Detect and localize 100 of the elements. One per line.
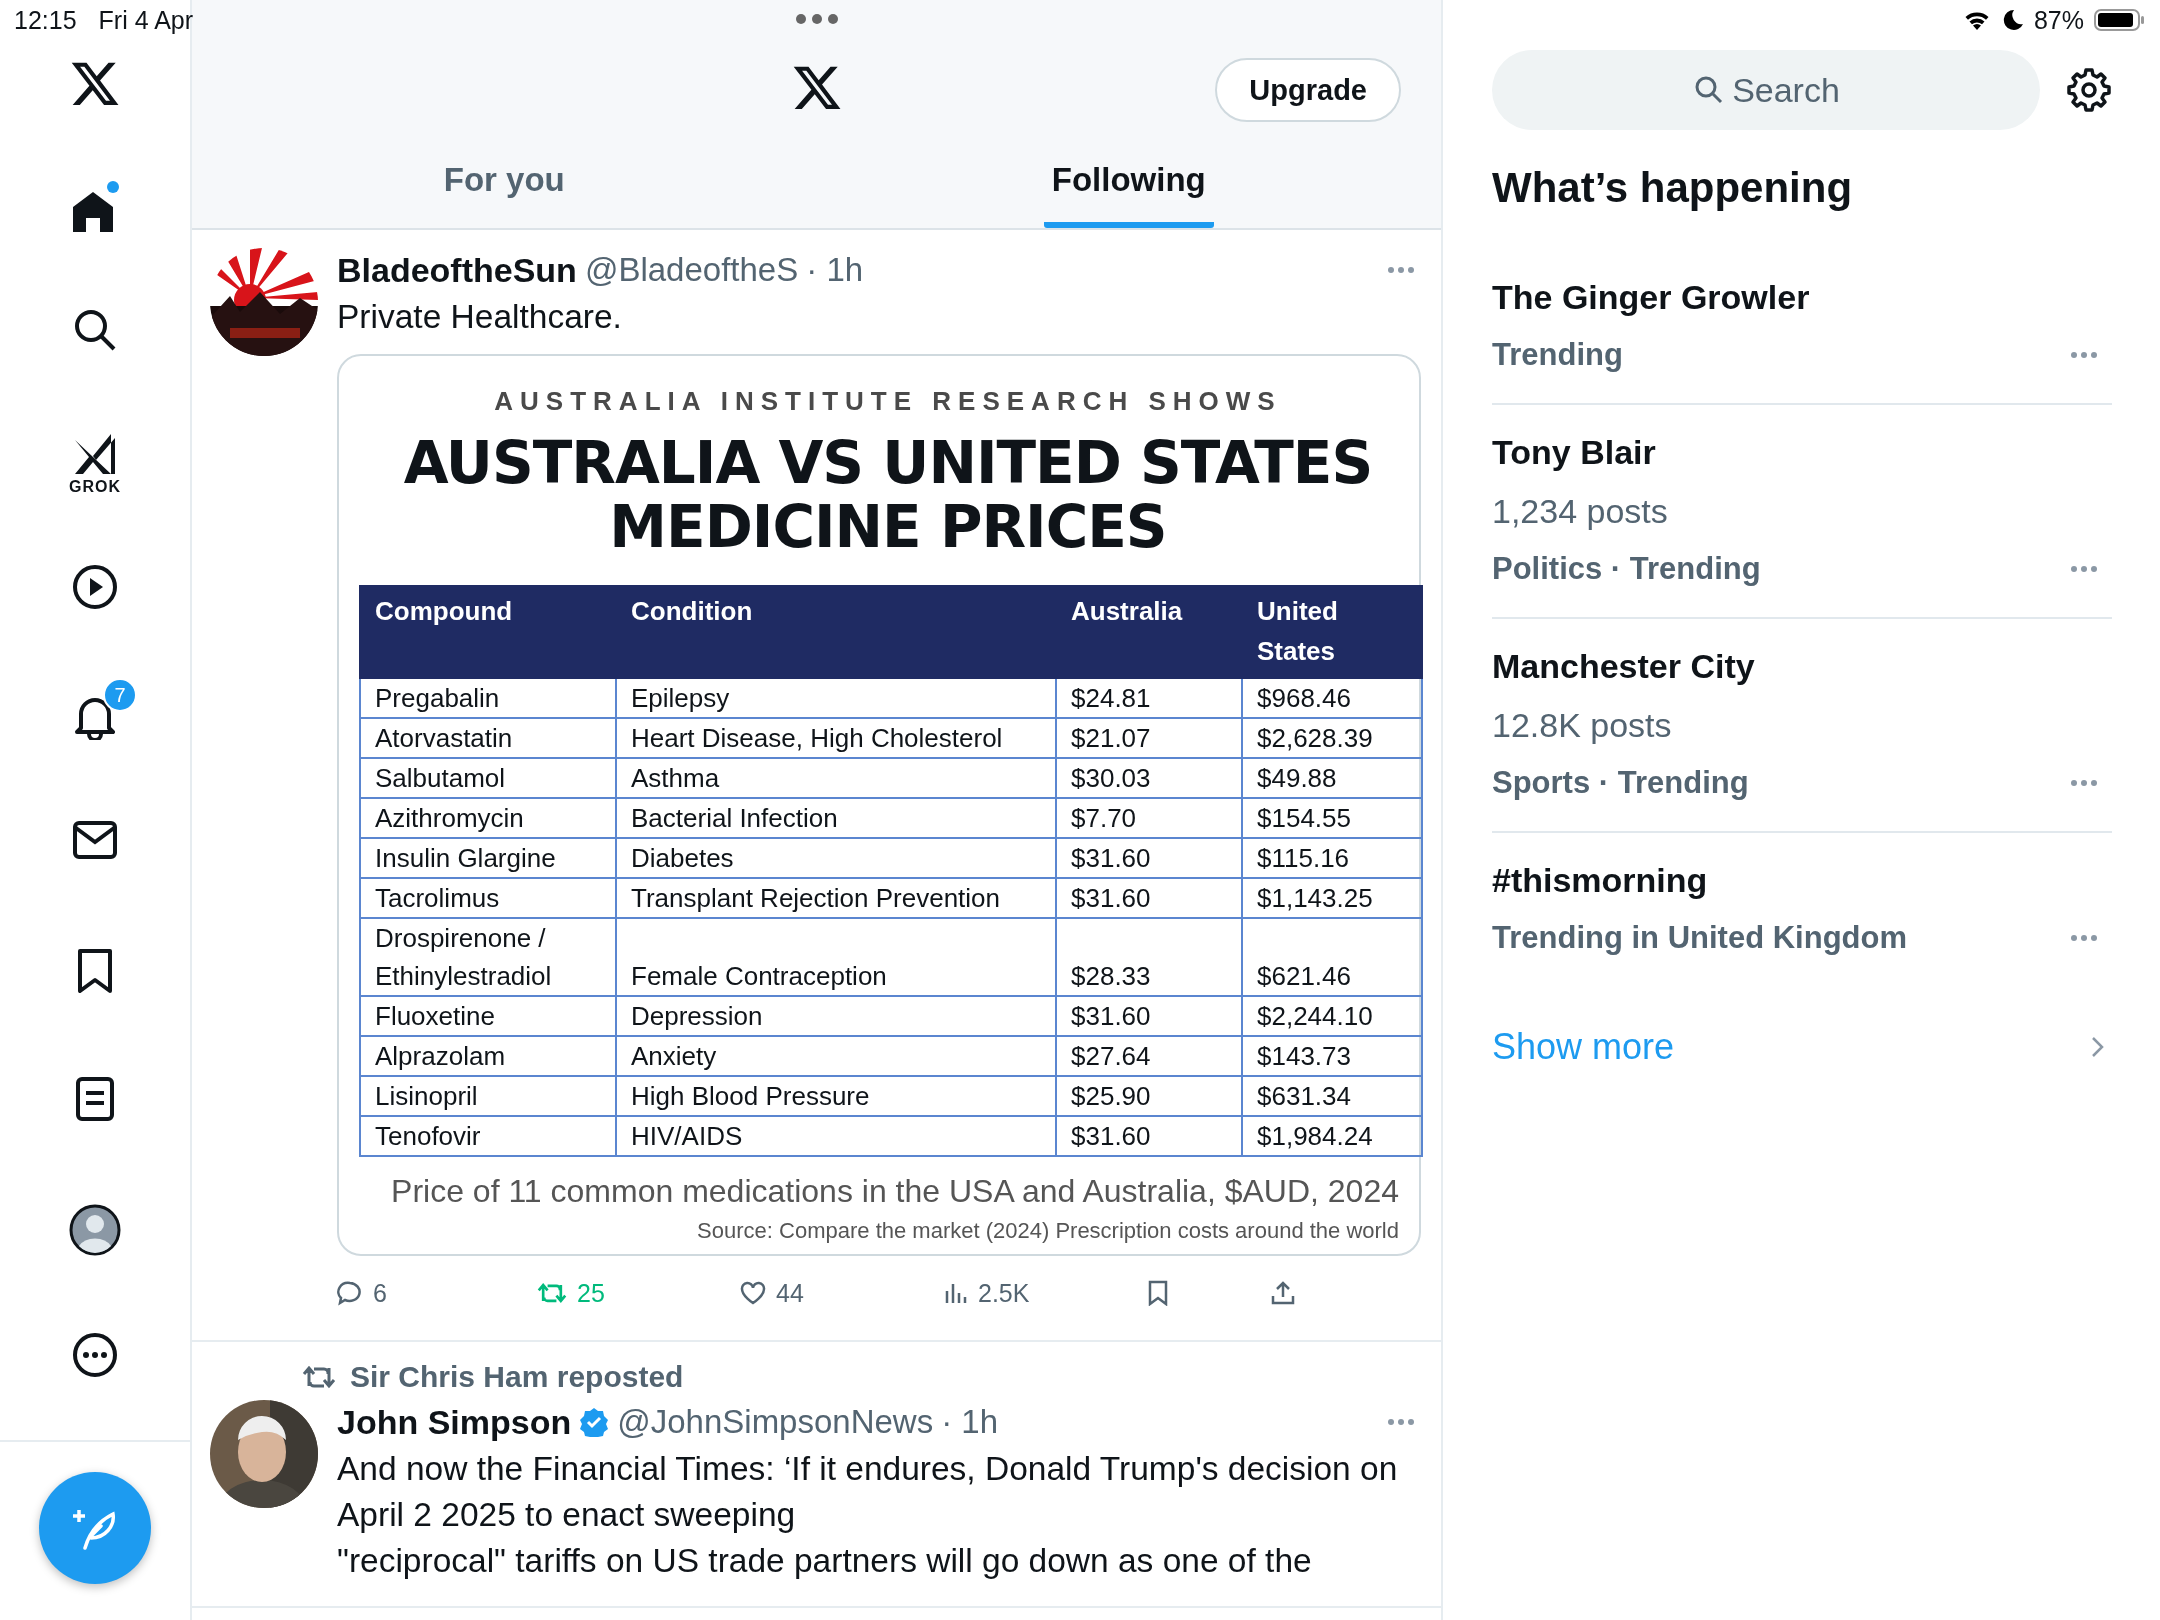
table-cell: $31.60 bbox=[1056, 838, 1242, 878]
table-cell: Lisinopril bbox=[360, 1076, 616, 1116]
repost-icon bbox=[537, 1281, 567, 1305]
table-cell: $631.34 bbox=[1242, 1076, 1422, 1116]
notification-badge: 7 bbox=[103, 678, 137, 712]
document-icon[interactable] bbox=[75, 1076, 115, 1122]
trend-item[interactable]: Tony Blair 1,234 posts Politics · Trending bbox=[1492, 405, 2112, 619]
table-cell: Atorvastatin bbox=[360, 718, 616, 758]
post-text: Private Healthcare. bbox=[337, 297, 623, 337]
repost-icon bbox=[302, 1364, 336, 1390]
share-button[interactable] bbox=[1270, 1280, 1296, 1306]
table-cell: Heart Disease, High Cholesterol bbox=[616, 718, 1056, 758]
table-cell: Insulin Glargine bbox=[360, 838, 616, 878]
views-button[interactable]: 2.5K bbox=[944, 1278, 1030, 1308]
post-time: · 1h bbox=[806, 251, 864, 289]
table-cell: Tenofovir bbox=[360, 1116, 616, 1156]
table-cell: $25.90 bbox=[1056, 1076, 1242, 1116]
table-cell: $1,143.25 bbox=[1242, 878, 1422, 918]
column-header: Compound bbox=[360, 586, 616, 678]
column-header: United States bbox=[1242, 586, 1422, 678]
table-cell: $31.60 bbox=[1056, 1116, 1242, 1156]
table-cell: HIV/AIDS bbox=[616, 1116, 1056, 1156]
table-cell: $115.16 bbox=[1242, 838, 1422, 878]
more-icon[interactable] bbox=[72, 1332, 118, 1378]
infographic-source: Source: Compare the market (2024) Prescription costs around the world bbox=[696, 1218, 1400, 1244]
status-time: 12:15 bbox=[14, 5, 77, 35]
table-cell: Female Contraception bbox=[616, 918, 1056, 996]
table-cell: $27.64 bbox=[1056, 1036, 1242, 1076]
table-cell: Drospirenone / Ethinylestradiol bbox=[360, 918, 616, 996]
trend-item[interactable]: #thismorning Trending in United Kingdom bbox=[1492, 833, 2112, 986]
bookmark-button[interactable] bbox=[1147, 1280, 1169, 1306]
trend-item[interactable]: The Ginger Growler Trending bbox=[1492, 250, 2112, 405]
battery-percentage: 87% bbox=[2033, 5, 2084, 35]
table-cell: $21.07 bbox=[1056, 718, 1242, 758]
table-cell: $31.60 bbox=[1056, 878, 1242, 918]
trend-item[interactable]: Manchester City 12.8K posts Sports · Trending bbox=[1492, 619, 2112, 833]
author-name[interactable]: BladeoftheSun bbox=[337, 250, 577, 290]
bar-chart-icon bbox=[944, 1281, 968, 1305]
table-cell: Depression bbox=[616, 996, 1056, 1036]
post-text: And now the Financial Times: ‘If it endures, Donald Trump's decision on April 2 2025 to enact sweeping "reciprocal" tariffs on US trade partners will go down as one of the bbox=[337, 1449, 1399, 1581]
table-cell: $24.81 bbox=[1056, 678, 1242, 718]
column-header: Australia bbox=[1056, 586, 1242, 678]
table-cell: $143.73 bbox=[1242, 1036, 1422, 1076]
table-cell: $31.60 bbox=[1056, 996, 1242, 1036]
table-cell: $2,244.10 bbox=[1242, 996, 1422, 1036]
infographic-kicker: AUSTRALIA INSTITUTE RESEARCH SHOWS bbox=[493, 386, 1283, 417]
upgrade-button[interactable]: Upgrade bbox=[1215, 58, 1401, 122]
status-date: Fri 4 Apr bbox=[98, 5, 194, 35]
compose-button[interactable] bbox=[39, 1472, 151, 1584]
infographic-title: AUSTRALIA VS UNITED STATES bbox=[402, 431, 1374, 495]
table-cell: Pregabalin bbox=[360, 678, 616, 718]
reposted-by-label: Sir Chris Ham reposted bbox=[350, 1360, 684, 1394]
feed-tab[interactable]: For you bbox=[435, 140, 573, 228]
table-cell: Tacrolimus bbox=[360, 878, 616, 918]
infographic-card[interactable] bbox=[337, 354, 1421, 1256]
feed-tab[interactable]: Following bbox=[1043, 140, 1214, 228]
table-cell: Epilepsy bbox=[616, 678, 1056, 718]
settings-icon[interactable] bbox=[2066, 67, 2112, 113]
table-cell: Fluoxetine bbox=[360, 996, 616, 1036]
table-cell: Salbutamol bbox=[360, 758, 616, 798]
battery-icon bbox=[2094, 8, 2146, 32]
reply-button[interactable]: 6 bbox=[337, 1278, 387, 1308]
share-icon bbox=[1270, 1280, 1296, 1306]
table-cell: High Blood Pressure bbox=[616, 1076, 1056, 1116]
table-cell: Diabetes bbox=[616, 838, 1056, 878]
post-time: · 1h bbox=[941, 1403, 999, 1441]
column-header: Condition bbox=[616, 586, 1056, 678]
table-cell: $49.88 bbox=[1242, 758, 1422, 798]
search-icon[interactable] bbox=[73, 308, 117, 352]
author-name[interactable]: John Simpson bbox=[337, 1402, 572, 1442]
avatar-icon[interactable] bbox=[69, 1204, 121, 1256]
table-cell: $30.03 bbox=[1056, 758, 1242, 798]
table-cell: $7.70 bbox=[1056, 798, 1242, 838]
envelope-icon[interactable] bbox=[72, 820, 118, 860]
infographic-caption: Price of 11 common medications in the USA and Australia, $AUD, 2024 bbox=[390, 1173, 1400, 1210]
table-cell: $154.55 bbox=[1242, 798, 1422, 838]
section-title: What’s happening bbox=[1492, 164, 1854, 212]
author-handle: @JohnSimpsonNews bbox=[617, 1403, 934, 1441]
multitask-dots-icon[interactable] bbox=[795, 13, 839, 25]
infographic-title: MEDICINE PRICES bbox=[608, 495, 1168, 559]
speech-bubble-icon bbox=[337, 1280, 363, 1306]
table-cell: $2,628.39 bbox=[1242, 718, 1422, 758]
table-cell: Bacterial Infection bbox=[616, 798, 1056, 838]
table-cell: $621.46 bbox=[1242, 918, 1422, 996]
grok-button[interactable]: GROK bbox=[69, 432, 121, 496]
bookmark-icon[interactable] bbox=[76, 948, 114, 994]
table-cell: Azithromycin bbox=[360, 798, 616, 838]
search-icon bbox=[1694, 75, 1724, 105]
heart-icon bbox=[740, 1281, 766, 1305]
table-cell: $968.46 bbox=[1242, 678, 1422, 718]
play-icon[interactable] bbox=[72, 564, 118, 610]
bookmark-icon bbox=[1147, 1280, 1169, 1306]
table-cell: Alprazolam bbox=[360, 1036, 616, 1076]
chevron-right-icon bbox=[2090, 1035, 2104, 1059]
table-cell: Transplant Rejection Prevention bbox=[616, 878, 1056, 918]
like-button[interactable]: 44 bbox=[740, 1278, 804, 1308]
search-field[interactable]: Search bbox=[1492, 50, 2040, 130]
table-cell: $1,984.24 bbox=[1242, 1116, 1422, 1156]
table-cell: Asthma bbox=[616, 758, 1056, 798]
moon-icon bbox=[2001, 8, 2024, 32]
